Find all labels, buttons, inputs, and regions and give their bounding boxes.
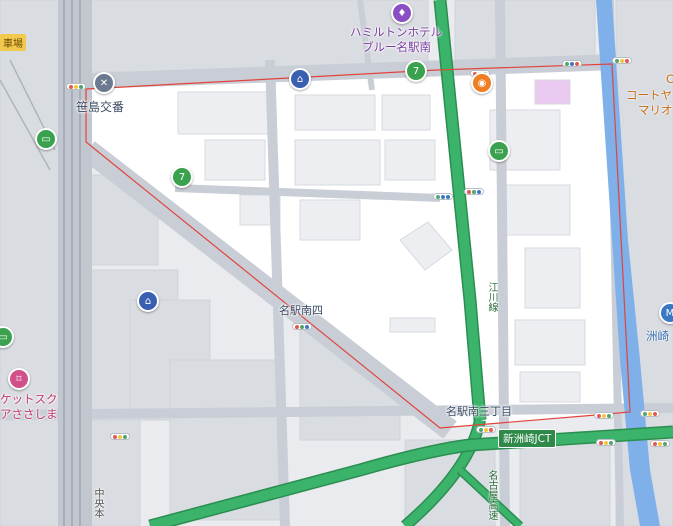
- shop-name-line1: ケットスク: [0, 392, 58, 406]
- right-label-line2: マリオ: [638, 103, 673, 117]
- traffic-signal: [292, 323, 312, 330]
- convenience-store-icon[interactable]: 7: [171, 166, 193, 188]
- shopping-bag-icon[interactable]: ⌑: [8, 368, 30, 390]
- traffic-signal: [562, 60, 582, 67]
- hotel-icon[interactable]: ♦: [391, 2, 413, 24]
- intersection-label-4: 名駅南四: [279, 304, 323, 317]
- road-egawa-label: 江川線: [486, 282, 497, 312]
- police-icon[interactable]: ✕: [93, 72, 115, 94]
- police-box-label: 笹島交番: [76, 100, 125, 114]
- road-expressway-label: 名古屋高速: [486, 470, 497, 520]
- traffic-signal: [640, 410, 660, 417]
- convenience-store-icon[interactable]: 7: [405, 60, 427, 82]
- traffic-signal: [594, 412, 614, 419]
- bank-icon[interactable]: ⌂: [137, 290, 159, 312]
- hotel-name-line2: ブルー名駅南: [362, 40, 431, 54]
- jct-label: 新洲崎JCT: [498, 429, 557, 448]
- traffic-signal: [464, 188, 484, 195]
- traffic-signal: [596, 439, 616, 446]
- traffic-signal: [476, 426, 496, 433]
- bus-stop-icon[interactable]: ▭: [35, 128, 57, 150]
- road-chuo-label: 中央本: [92, 488, 103, 518]
- hotel-name-line1: ハミルトンホテル: [350, 25, 442, 39]
- traffic-signal: [66, 83, 86, 90]
- traffic-signal: [110, 433, 130, 440]
- right-label-c: C: [666, 72, 673, 86]
- restaurant-icon[interactable]: ◉: [471, 72, 493, 94]
- traffic-signal: [612, 57, 632, 64]
- shop-name-line2: アささしま: [0, 407, 58, 421]
- bus-stop-icon[interactable]: ▭: [488, 140, 510, 162]
- traffic-signal: [433, 193, 453, 200]
- station-right-label: 洲崎: [646, 329, 669, 343]
- right-label-line1: コートヤ: [626, 88, 672, 102]
- traffic-signal: [650, 440, 670, 447]
- bank-icon[interactable]: ⌂: [289, 68, 311, 90]
- intersection-label-3: 名駅南三丁目: [446, 405, 512, 418]
- parking-label: 車場: [0, 34, 26, 51]
